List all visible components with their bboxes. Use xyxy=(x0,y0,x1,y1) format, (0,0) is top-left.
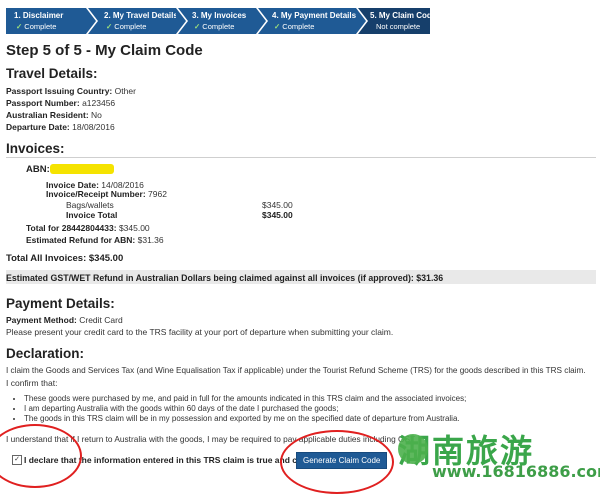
gst-refund-text: Estimated GST/WET Refund in Australian D… xyxy=(6,273,444,283)
watermark-url: www.16816886.com xyxy=(432,462,600,481)
step-disclaimer[interactable]: 1. Disclaimer ✓ Complete xyxy=(6,8,98,34)
divider xyxy=(6,157,596,158)
step-status: Complete xyxy=(24,22,57,31)
check-icon: ✓ xyxy=(16,22,23,31)
return-note: I understand that if I return to Austral… xyxy=(6,434,416,444)
item-name: Bags/wallets xyxy=(66,200,114,210)
payment-note: Please present your credit card to the T… xyxy=(6,327,394,337)
step-status: Not complete xyxy=(376,22,421,31)
step-label: 1. Disclaimer xyxy=(14,11,64,20)
total-for-abn: Total for 28442804433: $345.00 xyxy=(26,223,150,233)
generate-claim-code-button[interactable]: Generate Claim Code xyxy=(296,452,388,469)
travel-row: Passport Number: a123456 xyxy=(6,98,116,108)
list-item: The goods in this TRS claim will be in m… xyxy=(24,414,466,424)
step-status: Complete xyxy=(114,22,147,31)
total-all-invoices: Total All Invoices: $345.00 xyxy=(6,253,124,264)
step-status: Complete xyxy=(282,22,315,31)
redaction-highlight xyxy=(50,164,114,174)
check-icon: ✓ xyxy=(106,22,113,31)
step-label: 5. My Claim Code xyxy=(370,11,437,20)
payment-heading: Payment Details: xyxy=(6,296,115,311)
declare-checkbox[interactable]: ✓ xyxy=(12,455,22,465)
travel-row: Australian Resident: No xyxy=(6,110,102,120)
step-claim-code[interactable]: 5. My Claim Code Not complete xyxy=(358,8,436,34)
check-icon: ✓ xyxy=(194,22,201,31)
page-title: Step 5 of 5 - My Claim Code xyxy=(6,42,203,59)
declaration-heading: Declaration: xyxy=(6,346,85,361)
step-progress-bar: 1. Disclaimer ✓ Complete 2. My Travel Det… xyxy=(6,8,436,34)
declaration-confirm: I confirm that: xyxy=(6,378,58,388)
step-label: 3. My Invoices xyxy=(192,11,247,20)
invoices-heading: Invoices: xyxy=(6,141,65,156)
item-amount: $345.00 xyxy=(262,200,293,210)
step-status: Complete xyxy=(202,22,235,31)
declaration-bullets: These goods were purchased by me, and pa… xyxy=(10,394,466,424)
declaration-claim: I claim the Goods and Services Tax (and … xyxy=(6,366,586,375)
step-travel-details[interactable]: 2. My Travel Details ✓ Complete xyxy=(88,8,188,34)
list-item: I am departing Australia with the goods … xyxy=(24,404,466,414)
step-invoices[interactable]: 3. My Invoices ✓ Complete xyxy=(178,8,268,34)
step-label: 2. My Travel Details xyxy=(104,11,178,20)
travel-row: Departure Date: 18/08/2016 xyxy=(6,122,115,132)
receipt-number: Invoice/Receipt Number: 7962 xyxy=(46,189,167,199)
travel-heading: Travel Details: xyxy=(6,66,98,81)
step-label: 4. My Payment Details xyxy=(272,11,357,20)
invoice-total-value: $345.00 xyxy=(262,210,293,220)
abn-label: ABN: xyxy=(26,164,50,175)
travel-row: Passport Issuing Country: Other xyxy=(6,86,136,96)
payment-method: Payment Method: Credit Card xyxy=(6,315,123,325)
step-payment-details[interactable]: 4. My Payment Details ✓ Complete xyxy=(258,8,368,34)
invoice-total-label: Invoice Total xyxy=(66,210,118,220)
estimated-refund: Estimated Refund for ABN: $31.36 xyxy=(26,235,164,245)
list-item: These goods were purchased by me, and pa… xyxy=(24,394,466,404)
declare-label[interactable]: I declare that the information entered i… xyxy=(24,455,323,465)
leaf-icon xyxy=(398,434,428,464)
check-icon: ✓ xyxy=(274,22,281,31)
